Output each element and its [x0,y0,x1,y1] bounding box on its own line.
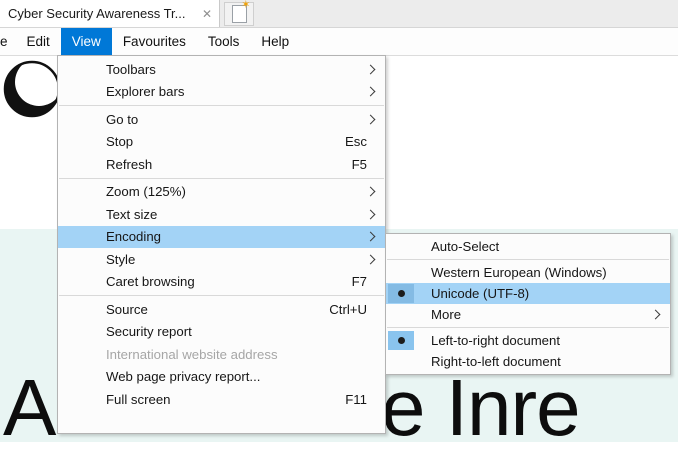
view-menu-item-label: Web page privacy report... [106,369,260,384]
shortcut-label: Ctrl+U [329,302,383,317]
encoding-item-more[interactable]: More [386,304,670,325]
shortcut-label: F7 [352,274,383,289]
view-menu-item-text-size[interactable]: Text size [58,203,385,226]
view-menu-item-security-report[interactable]: Security report [58,321,385,344]
site-logo-crescent [2,58,64,122]
encoding-item-label: Auto-Select [431,239,499,254]
view-menu-item-stop[interactable]: Stop Esc [58,131,385,154]
tab-title: Cyber Security Awareness Tr... [0,6,186,21]
submenu-chevron-icon [366,209,376,219]
page-heading-fragment-left: A [3,368,55,448]
view-menu-item-label: Style [106,252,135,267]
view-menu-item-full-screen[interactable]: Full screen F11 [58,388,385,411]
tab-bar: Cyber Security Awareness Tr... ✕ ✶ [0,0,678,28]
view-menu-separator [59,105,384,106]
view-menu-item-caret-browsing[interactable]: Caret browsing F7 [58,271,385,294]
browser-window: A e Inre Cyber Security Awareness Tr... … [0,0,678,441]
radio-bullet-icon [398,290,405,297]
view-menu-item-international-website-address: International website address [58,343,385,366]
view-menu-dropdown: Toolbars Explorer bars Go to Stop Esc Refresh… [57,55,386,434]
view-menu-item-zoom-125[interactable]: Zoom (125%) [58,181,385,204]
view-menu-item-toolbars[interactable]: Toolbars [58,58,385,81]
shortcut-label: F11 [345,392,383,407]
submenu-chevron-icon [366,114,376,124]
menu-bar: eEditViewFavouritesToolsHelp [0,28,678,55]
encoding-item-label: More [431,307,461,322]
encoding-separator [387,327,669,328]
view-menu-item-label: Stop [106,134,133,149]
encoding-item-label: Left-to-right document [431,333,560,348]
menubar-item-view[interactable]: View [61,28,112,55]
radio-selected-icon [388,331,414,350]
view-menu-item-encoding[interactable]: Encoding [58,226,385,249]
view-menu-item-label: Source [106,302,148,317]
view-menu-item-refresh[interactable]: Refresh F5 [58,153,385,176]
view-menu-item-explorer-bars[interactable]: Explorer bars [58,81,385,104]
new-tab-page-icon: ✶ [232,5,247,23]
view-menu-item-source[interactable]: Source Ctrl+U [58,298,385,321]
view-menu-item-label: International website address [106,347,278,362]
view-menu-item-go-to[interactable]: Go to [58,108,385,131]
shortcut-label: F5 [352,157,383,172]
view-menu-item-label: Zoom (125%) [106,184,186,199]
view-menu-item-web-page-privacy-report[interactable]: Web page privacy report... [58,366,385,389]
view-menu-item-label: Text size [106,207,157,222]
encoding-item-unicode-utf-8[interactable]: Unicode (UTF-8) [386,283,670,304]
view-menu-item-label: Full screen [106,392,171,407]
new-tab-star-icon: ✶ [241,0,250,11]
view-menu-item-label: Explorer bars [106,84,184,99]
view-menu-item-label: Refresh [106,157,152,172]
encoding-item-right-to-left-document[interactable]: Right-to-left document [386,351,670,372]
view-menu-separator [59,295,384,296]
encoding-item-left-to-right-document[interactable]: Left-to-right document [386,330,670,351]
view-menu-item-style[interactable]: Style [58,248,385,271]
view-menu-item-label: Caret browsing [106,274,195,289]
page-heading-fragment-right: e Inre [381,368,580,448]
menubar-item-help[interactable]: Help [250,28,300,55]
shortcut-label: Esc [345,134,383,149]
radio-selected-icon [388,284,414,303]
submenu-chevron-icon [366,87,376,97]
submenu-chevron-icon [366,232,376,242]
view-menu-item-label: Toolbars [106,62,156,77]
menubar-item-file-clipped[interactable]: e [0,28,16,55]
encoding-item-label: Western European (Windows) [431,265,607,280]
tab-cyber-security-awareness[interactable]: Cyber Security Awareness Tr... ✕ [0,0,220,27]
menubar-item-tools[interactable]: Tools [197,28,251,55]
encoding-separator [387,259,669,260]
encoding-item-auto-select[interactable]: Auto-Select [386,236,670,257]
view-menu-separator [59,178,384,179]
encoding-item-label: Right-to-left document [431,354,561,369]
view-menu-item-label: Encoding [106,229,161,244]
menubar-item-favourites[interactable]: Favourites [112,28,197,55]
view-menu-item-label: Go to [106,112,138,127]
radio-bullet-icon [398,337,405,344]
submenu-chevron-icon [366,254,376,264]
encoding-submenu: Auto-Select Western European (Windows) Uni… [385,233,671,375]
submenu-chevron-icon [651,310,661,320]
encoding-item-western-european-windows[interactable]: Western European (Windows) [386,262,670,283]
encoding-item-label: Unicode (UTF-8) [431,286,529,301]
menubar-item-edit[interactable]: Edit [16,28,61,55]
view-menu-item-label: Security report [106,324,192,339]
tab-close-icon[interactable]: ✕ [202,8,212,20]
new-tab-button[interactable]: ✶ [224,2,254,26]
submenu-chevron-icon [366,187,376,197]
submenu-chevron-icon [366,64,376,74]
